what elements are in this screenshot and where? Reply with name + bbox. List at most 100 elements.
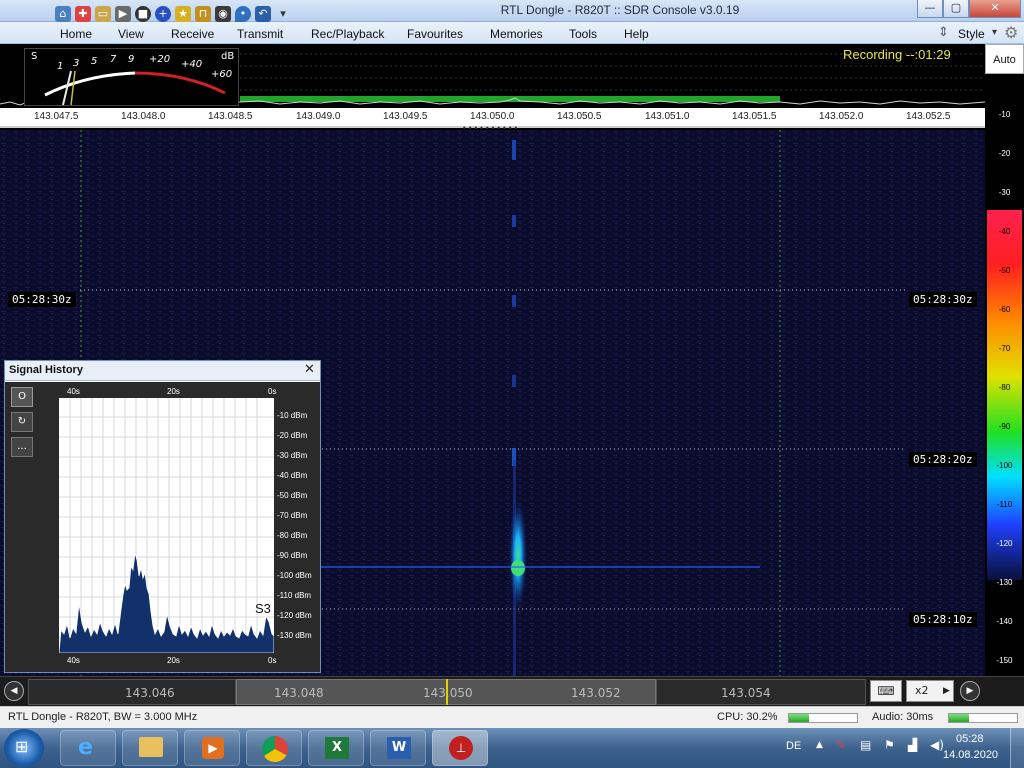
word-icon: W — [387, 737, 411, 759]
scroll-right-button[interactable]: ▶ — [960, 681, 980, 701]
tuning-bar[interactable]: ◀ 143.046 143.048 143.050 143.052 143.05… — [0, 676, 1024, 706]
freq-tick: 143.049.0 — [296, 111, 341, 122]
style-menu[interactable]: Style — [958, 27, 985, 41]
time-label: 0s — [268, 656, 277, 665]
ie-icon: e — [78, 735, 93, 760]
camera-icon[interactable]: ◉ — [215, 6, 231, 22]
db-label: dB — [221, 51, 235, 62]
s-scale-plus40: +40 — [181, 59, 203, 70]
menu-favourites[interactable]: Favourites — [407, 27, 463, 41]
menu-transmit[interactable]: Transmit — [237, 27, 283, 41]
clock-time[interactable]: 05:28 — [956, 733, 984, 745]
freq-tick: 143.050.0 — [470, 111, 515, 122]
freq-tick: 143.048.0 — [121, 111, 166, 122]
add-icon[interactable]: + — [155, 6, 171, 22]
zoom-selector[interactable]: x2 ▶ — [906, 680, 954, 702]
close-icon[interactable]: ✕ — [304, 362, 315, 377]
scroll-left-button[interactable]: ◀ — [4, 681, 24, 701]
db-level: -130 — [996, 578, 1013, 587]
signal-history-window[interactable]: Signal History ✕ O ↻ ... 40s 20s 0s S3 -… — [4, 360, 321, 673]
signal-history-titlebar[interactable]: Signal History ✕ — [5, 361, 320, 381]
maximize-button[interactable]: ▢ — [943, 0, 969, 18]
taskbar-internet-explorer[interactable]: e — [60, 730, 116, 766]
db-level: -30 — [998, 188, 1011, 197]
time-label: 0s — [268, 387, 277, 396]
db-level: -50 — [998, 266, 1011, 275]
frequency-scale[interactable]: 143.047.5 143.048.0 143.048.5 143.049.0 … — [0, 108, 985, 133]
more-button[interactable]: ... — [11, 437, 33, 457]
taskbar-excel[interactable]: X — [308, 730, 364, 766]
lock-icon[interactable]: ⊓ — [195, 6, 211, 22]
menu-tools[interactable]: Tools — [569, 27, 597, 41]
scroll-updown-icon[interactable]: ⇕ — [938, 25, 949, 40]
dbm-label: -40 dBm — [277, 471, 308, 480]
excel-icon: X — [325, 737, 349, 759]
taskbar-media-player[interactable]: ▶ — [184, 730, 240, 766]
volume-icon[interactable]: ◀) — [930, 738, 944, 752]
dbm-label: -30 dBm — [277, 451, 308, 460]
device-icon[interactable]: ▤ — [860, 738, 871, 752]
close-button[interactable]: ✕ — [969, 0, 1021, 18]
folder-icon[interactable]: ▭ — [95, 6, 111, 22]
s-meter-label: S — [31, 51, 38, 62]
status-bar: RTL Dongle - R820T, BW = 3.000 MHz CPU: … — [0, 706, 1024, 728]
freq-tick: 143.052.0 — [819, 111, 864, 122]
language-indicator[interactable]: DE — [786, 740, 801, 752]
db-scale-panel[interactable]: Auto -10 -20 -30 -40 -50 -60 -70 -80 -90… — [985, 44, 1024, 676]
zoom-arrow-icon: ▶ — [943, 686, 950, 696]
db-level: -140 — [996, 617, 1013, 626]
tuning-label: 143.050 — [423, 686, 473, 700]
s-scale-5: 5 — [91, 56, 98, 67]
timestamp-right: 05:28:20z — [909, 452, 977, 467]
db-level: -100 — [996, 461, 1013, 470]
chevron-down-icon[interactable]: ▾ — [275, 6, 291, 22]
db-level: -80 — [998, 383, 1011, 392]
taskbar-explorer[interactable] — [122, 730, 178, 766]
recording-status: Recording --:01:29 — [843, 47, 951, 62]
keyboard-icon[interactable]: ⌨ — [870, 680, 902, 702]
title-bar: RTL Dongle - R820T :: SDR Console v3.0.1… — [0, 0, 1024, 22]
dbm-label: -90 dBm — [277, 551, 308, 560]
refresh-button[interactable]: ↻ — [11, 412, 33, 432]
show-desktop-button[interactable] — [1010, 728, 1024, 768]
auto-button[interactable]: Auto — [985, 44, 1024, 74]
spectrum-display[interactable]: S dB 1 3 5 7 9 +20 +40 +60 Recording --:… — [0, 44, 985, 110]
stop-icon[interactable]: ■ — [135, 6, 151, 22]
tuning-label: 143.052 — [571, 686, 621, 700]
time-label: 40s — [67, 656, 80, 665]
lifebuoy-icon[interactable]: ✚ — [75, 6, 91, 22]
taskbar-word[interactable]: W — [370, 730, 426, 766]
settings-gear-icon[interactable]: ⚙ — [1004, 23, 1018, 42]
style-dropdown-icon[interactable]: ▾ — [992, 27, 997, 38]
taskbar-sdr-console[interactable]: ⊥ — [432, 730, 488, 766]
signal-history-title: Signal History — [9, 364, 83, 376]
freq-tick: 143.048.5 — [208, 111, 253, 122]
tray-expand-icon[interactable]: ▲ — [816, 740, 823, 750]
tuning-label: 143.054 — [721, 686, 771, 700]
menu-view[interactable]: View — [118, 27, 144, 41]
clock-date[interactable]: 14.08.2020 — [943, 749, 998, 761]
chrome-icon — [262, 736, 288, 762]
menu-home[interactable]: Home — [60, 27, 92, 41]
home-icon[interactable]: ⌂ — [55, 6, 71, 22]
start-button[interactable]: ⊞ — [4, 729, 44, 767]
flag-icon[interactable]: ⚑ — [884, 738, 895, 752]
freq-tick: 143.051.5 — [732, 111, 777, 122]
menu-rec-playback[interactable]: Rec/Playback — [311, 27, 384, 41]
taskbar-chrome[interactable] — [246, 730, 302, 766]
undo-icon[interactable]: ↶ — [255, 6, 271, 22]
cpu-meter-fill — [789, 714, 810, 722]
minimize-button[interactable]: — — [917, 0, 943, 18]
menu-receive[interactable]: Receive — [171, 27, 214, 41]
s-scale-1: 1 — [57, 61, 64, 72]
db-level: -60 — [998, 305, 1011, 314]
s-reading: S3 — [255, 601, 271, 616]
play-icon[interactable]: ▶ — [115, 6, 131, 22]
circle-button[interactable]: O — [11, 387, 33, 407]
network-signal-icon[interactable]: ▟ — [908, 738, 917, 752]
menu-help[interactable]: Help — [624, 27, 649, 41]
drop-icon[interactable]: • — [235, 6, 251, 22]
acrobat-icon[interactable]: ✎ — [836, 738, 846, 752]
menu-memories[interactable]: Memories — [490, 27, 543, 41]
favourite-star-icon[interactable]: ★ — [175, 6, 191, 22]
